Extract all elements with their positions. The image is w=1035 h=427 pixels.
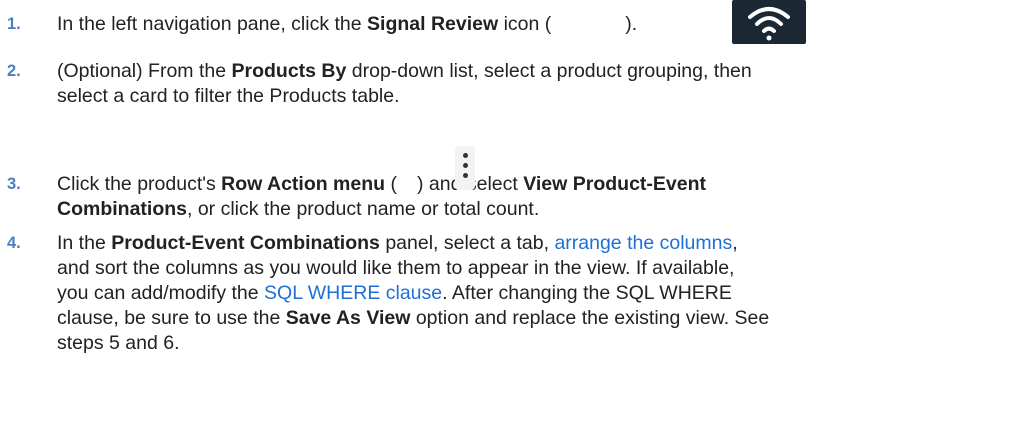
- step-1-text: In the left navigation pane, click the S…: [57, 13, 638, 35]
- kebab-icon: [455, 146, 475, 190]
- step-number: 3.: [7, 175, 21, 193]
- step-3-line-2: Combinations, or click the product name …: [57, 198, 540, 220]
- sql-where-clause-link[interactable]: SQL WHERE clause: [264, 282, 442, 304]
- step-4-line-2: and sort the columns as you would like t…: [57, 257, 735, 279]
- product-event-combinations-label: Product-Event Combinations: [111, 232, 380, 254]
- save-as-view-label: Save As View: [285, 307, 411, 329]
- step-number: 4.: [7, 234, 21, 252]
- step-3-line-1: Click the product's Row Action menu () a…: [57, 173, 706, 195]
- view-product-event-label: View Product-Event: [523, 173, 706, 195]
- row-action-menu-label: Row Action menu: [221, 173, 386, 195]
- wifi-icon: [732, 0, 806, 44]
- step-4-line-4: clause, be sure to use the Save As View …: [57, 307, 770, 329]
- step-4-line-5: steps 5 and 6.: [57, 332, 180, 354]
- step-number: 2.: [7, 62, 21, 80]
- signal-review-label: Signal Review: [367, 13, 499, 35]
- step-number: 1.: [7, 15, 21, 33]
- step-4-line-1: In the Product-Event Combinations panel,…: [57, 232, 738, 254]
- step-2-line-1: (Optional) From the Products By drop-dow…: [57, 60, 752, 82]
- products-by-label: Products By: [231, 60, 347, 82]
- arrange-columns-link[interactable]: arrange the columns: [554, 232, 732, 254]
- step-4-line-3: you can add/modify the SQL WHERE clause.…: [57, 282, 732, 304]
- instruction-steps: 1. In the left navigation pane, click th…: [0, 0, 1035, 427]
- step-2-line-2: select a card to filter the Products tab…: [57, 85, 400, 107]
